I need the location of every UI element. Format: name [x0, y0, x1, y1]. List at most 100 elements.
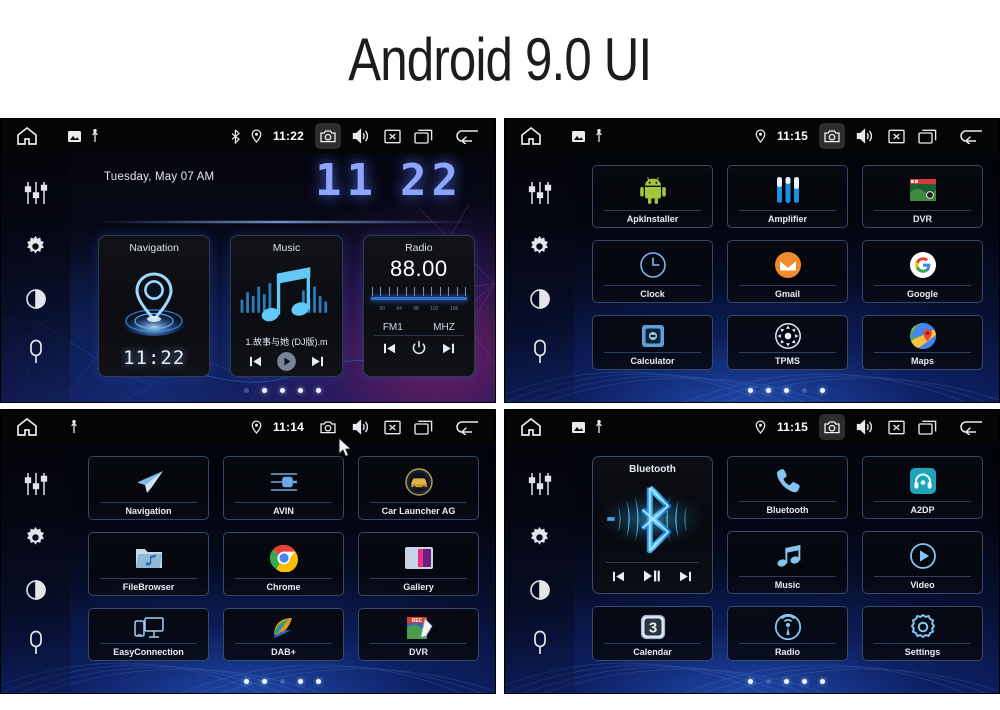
recents-icon[interactable] — [916, 416, 938, 438]
bluetooth-player-widget[interactable]: Bluetooth — [592, 456, 713, 594]
home-icon[interactable] — [13, 124, 41, 148]
app-tile-filebrowser[interactable]: FileBrowser — [88, 532, 209, 596]
page-dot[interactable] — [802, 388, 807, 393]
navigation-widget[interactable]: Navigation 11:22 — [98, 235, 211, 377]
recents-icon[interactable] — [412, 416, 434, 438]
power-button[interactable] — [411, 340, 427, 356]
microphone-icon[interactable] — [21, 337, 51, 367]
prev-track-button[interactable] — [249, 356, 261, 367]
app-tile-clock[interactable]: Clock — [592, 240, 713, 303]
app-tile-gmail[interactable]: Gmail — [727, 240, 848, 303]
camera-icon[interactable] — [819, 123, 845, 149]
play-button[interactable] — [277, 352, 296, 371]
app-tile-navigation[interactable]: Navigation — [88, 456, 209, 520]
close-box-icon[interactable] — [885, 416, 907, 438]
music-widget[interactable]: Music 1.故事与她 (DJ版).m — [230, 235, 343, 377]
home-icon[interactable] — [517, 124, 545, 148]
play-pause-button[interactable] — [644, 569, 661, 587]
seek-up-button[interactable] — [442, 343, 454, 354]
page-indicator-apps-2[interactable] — [70, 679, 495, 684]
next-track-button[interactable] — [311, 356, 323, 367]
app-tile-settings[interactable]: Settings — [862, 606, 983, 661]
gear-icon[interactable] — [21, 522, 51, 552]
app-tile-dab-plus[interactable]: DAB+ — [223, 608, 344, 661]
microphone-icon[interactable] — [21, 628, 51, 658]
close-box-icon[interactable] — [381, 125, 403, 147]
app-tile-dvr[interactable]: DVR — [862, 165, 983, 228]
app-tile-video[interactable]: Video — [862, 531, 983, 594]
page-indicator-home[interactable] — [70, 388, 495, 393]
app-tile-bluetooth[interactable]: Bluetooth — [727, 456, 848, 519]
close-box-icon[interactable] — [885, 125, 907, 147]
radio-widget[interactable]: Radio 88.00 90 94 98 102 106 FM1 MHZ — [362, 235, 475, 377]
app-tile-dvr[interactable]: REC DVR — [358, 608, 479, 661]
brightness-icon[interactable] — [21, 284, 51, 314]
page-dot[interactable] — [766, 388, 771, 393]
back-arrow-icon[interactable] — [453, 125, 481, 147]
app-tile-avin[interactable]: AVIN — [223, 456, 344, 520]
microphone-icon[interactable] — [525, 628, 555, 658]
volume-icon[interactable] — [854, 416, 876, 438]
gear-icon[interactable] — [525, 231, 555, 261]
back-arrow-icon[interactable] — [957, 416, 985, 438]
page-dot[interactable] — [820, 388, 825, 393]
equalizer-icon[interactable] — [21, 469, 51, 499]
app-tile-maps[interactable]: Maps — [862, 315, 983, 370]
volume-icon[interactable] — [350, 416, 372, 438]
page-dot[interactable] — [820, 679, 825, 684]
page-dot[interactable] — [298, 388, 303, 393]
page-dot[interactable] — [748, 388, 753, 393]
radio-tuner-scale[interactable]: 90 94 98 102 106 — [368, 285, 470, 319]
app-tile-music[interactable]: Music — [727, 531, 848, 594]
page-dot[interactable] — [262, 679, 267, 684]
app-tile-calendar[interactable]: 3 Calendar — [592, 606, 713, 661]
app-tile-a2dp[interactable]: A2DP — [862, 456, 983, 519]
app-tile-amplifier[interactable]: Amplifier — [727, 165, 848, 228]
page-indicator-bluetooth[interactable] — [574, 679, 999, 684]
page-dot[interactable] — [802, 679, 807, 684]
page-dot[interactable] — [748, 679, 753, 684]
recents-icon[interactable] — [916, 125, 938, 147]
close-box-icon[interactable] — [381, 416, 403, 438]
app-tile-radio[interactable]: Radio — [727, 606, 848, 661]
back-arrow-icon[interactable] — [453, 416, 481, 438]
gear-icon[interactable] — [525, 522, 555, 552]
volume-icon[interactable] — [854, 125, 876, 147]
brightness-icon[interactable] — [525, 575, 555, 605]
app-tile-tpms[interactable]: TPMS — [727, 315, 848, 370]
brightness-icon[interactable] — [525, 284, 555, 314]
gear-icon[interactable] — [21, 231, 51, 261]
home-icon[interactable] — [517, 415, 545, 439]
page-dot[interactable] — [262, 388, 267, 393]
page-dot[interactable] — [766, 679, 771, 684]
page-dot[interactable] — [244, 388, 249, 393]
camera-icon[interactable] — [315, 414, 341, 440]
microphone-icon[interactable] — [525, 337, 555, 367]
volume-icon[interactable] — [350, 125, 372, 147]
page-dot[interactable] — [244, 679, 249, 684]
back-arrow-icon[interactable] — [957, 125, 985, 147]
page-dot[interactable] — [280, 679, 285, 684]
equalizer-icon[interactable] — [525, 469, 555, 499]
app-tile-apkinstaller[interactable]: ApkInstaller — [592, 165, 713, 228]
equalizer-icon[interactable] — [525, 178, 555, 208]
camera-icon[interactable] — [315, 123, 341, 149]
camera-icon[interactable] — [819, 414, 845, 440]
app-tile-google[interactable]: Google — [862, 240, 983, 303]
page-indicator-apps-1[interactable] — [574, 388, 999, 393]
page-dot[interactable] — [784, 388, 789, 393]
prev-track-button[interactable] — [613, 569, 625, 587]
page-dot[interactable] — [298, 679, 303, 684]
app-tile-calculator[interactable]: Calculator — [592, 315, 713, 370]
app-tile-easyconnection[interactable]: EasyConnection — [88, 608, 209, 661]
recents-icon[interactable] — [412, 125, 434, 147]
page-dot[interactable] — [784, 679, 789, 684]
next-track-button[interactable] — [680, 569, 692, 587]
app-tile-car-launcher-ag[interactable]: Car Launcher AG — [358, 456, 479, 520]
home-icon[interactable] — [13, 415, 41, 439]
page-dot[interactable] — [280, 388, 285, 393]
page-dot[interactable] — [316, 679, 321, 684]
seek-down-button[interactable] — [383, 343, 395, 354]
equalizer-icon[interactable] — [21, 178, 51, 208]
page-dot[interactable] — [316, 388, 321, 393]
